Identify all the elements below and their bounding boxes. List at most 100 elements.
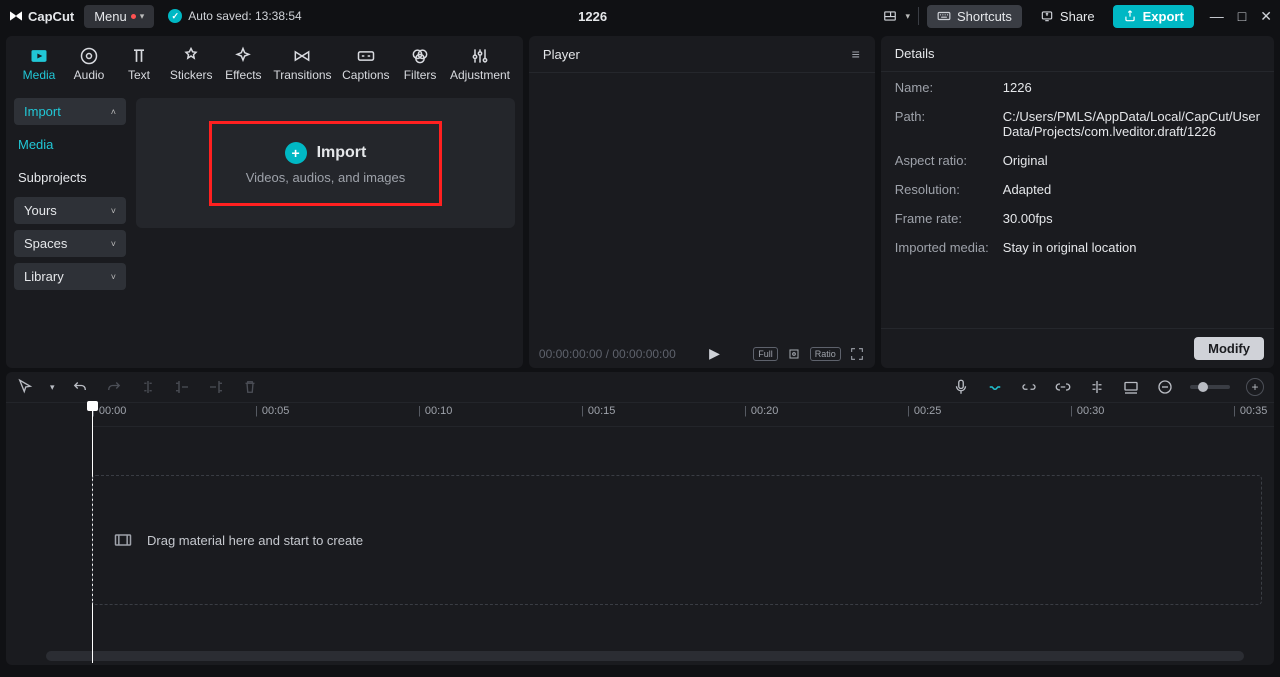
tab-filters[interactable]: Filters [395,42,445,90]
export-button[interactable]: Export [1113,5,1194,28]
player-viewport [529,73,875,339]
media-body: Import ˄ Media Subprojects Yours ˅ Space… [6,90,523,368]
expand-icon[interactable] [849,346,865,362]
timeline-toolbar: ▾ + [6,372,1274,403]
detail-row-aspect: Aspect ratio:Original [895,153,1260,168]
player-title: Player [543,47,580,62]
timeline-toolbar-right: + [952,378,1264,396]
pointer-tool-icon[interactable] [16,378,34,396]
detail-row-imported: Imported media:Stay in original location [895,240,1260,255]
sidebar-item-yours[interactable]: Yours ˅ [14,197,126,224]
detail-label: Name: [895,80,1003,95]
sidebar-label: Library [24,269,64,284]
redo-icon[interactable] [105,378,123,396]
import-subtitle: Videos, audios, and images [246,170,405,185]
captions-icon [356,46,376,66]
layout-icon[interactable] [883,9,897,23]
tick: 00:05 [255,405,289,417]
timeline-drop-zone[interactable]: Drag material here and start to create [92,475,1262,605]
modify-button[interactable]: Modify [1194,337,1264,360]
detail-value: Adapted [1003,182,1260,197]
undo-icon[interactable] [71,378,89,396]
import-drop-area[interactable]: + Import Videos, audios, and images [136,98,515,228]
tab-adjustment[interactable]: Adjustment [445,42,515,90]
timeline-toolbar-left: ▾ [16,378,259,396]
player-header: Player ≡ [529,36,875,73]
top-tabs: Media Audio Text Stickers Effects Transi… [6,36,523,90]
split-icon[interactable] [139,378,157,396]
tab-effects[interactable]: Effects [218,42,268,90]
magnet-icon[interactable] [986,378,1004,396]
tab-label: Effects [225,68,261,82]
player-right-controls: Full Ratio [753,346,865,362]
tab-transitions[interactable]: Transitions [268,42,336,90]
ratio-button[interactable]: Ratio [810,347,841,361]
tick: 00:25 [907,405,941,417]
tick: 00:30 [1070,405,1104,417]
tab-label: Text [128,68,150,82]
shortcuts-button[interactable]: Shortcuts [927,5,1022,28]
player-controls: 00:00:00:00 / 00:00:00:00 ▶ Full Ratio [529,339,875,368]
timeline-tracks[interactable]: Drag material here and start to create [6,427,1274,651]
chevron-down-icon: ˅ [111,272,116,282]
zoom-slider[interactable] [1190,385,1230,389]
tab-audio[interactable]: Audio [64,42,114,90]
player-panel: Player ≡ 00:00:00:00 / 00:00:00:00 ▶ Ful… [529,36,875,368]
trim-right-icon[interactable] [207,378,225,396]
details-panel: Details Name:1226 Path:C:/Users/PMLS/App… [881,36,1274,368]
sidebar-item-media[interactable]: Media [14,131,126,158]
chain-icon[interactable] [1054,378,1072,396]
tab-stickers[interactable]: Stickers [164,42,218,90]
detail-row-resolution: Resolution:Adapted [895,182,1260,197]
text-icon [129,46,149,66]
sidebar-label: Subprojects [18,170,87,185]
zoom-thumb[interactable] [1198,382,1208,392]
play-button[interactable]: ▶ [709,345,720,362]
chevron-up-icon: ˄ [111,107,116,117]
shortcuts-label: Shortcuts [957,9,1012,24]
zoom-in-icon[interactable]: + [1246,378,1264,396]
export-icon [1123,9,1137,23]
chevron-down-icon: ˅ [111,239,116,249]
minimize-button[interactable]: — [1210,9,1224,23]
sidebar-item-spaces[interactable]: Spaces ˅ [14,230,126,257]
full-button[interactable]: Full [753,347,778,361]
layout-chevron-down-icon[interactable]: ▾ [905,11,910,22]
link-icon[interactable] [1020,378,1038,396]
menu-button[interactable]: Menu ▾ [84,5,154,28]
tab-text[interactable]: Text [114,42,164,90]
close-button[interactable]: ✕ [1260,9,1272,23]
tab-captions[interactable]: Captions [337,42,396,90]
crop-icon[interactable] [786,346,802,362]
trim-left-icon[interactable] [173,378,191,396]
player-menu-icon[interactable]: ≡ [852,46,861,62]
tick: 00:10 [418,405,452,417]
export-label: Export [1143,9,1184,24]
zoom-out-icon[interactable] [1156,378,1174,396]
timeline-horizontal-scrollbar[interactable] [46,651,1244,661]
align-icon[interactable] [1088,378,1106,396]
tick: 00:15 [581,405,615,417]
media-icon [29,46,49,66]
detail-value: Original [1003,153,1260,168]
share-label: Share [1060,9,1095,24]
title-right: ▾ Shortcuts Share Export — □ ✕ [883,5,1272,28]
maximize-button[interactable]: □ [1238,9,1246,23]
share-button[interactable]: Share [1030,5,1105,28]
tab-media[interactable]: Media [14,42,64,90]
mic-icon[interactable] [952,378,970,396]
delete-icon[interactable] [241,378,259,396]
timeline-ruler[interactable]: 00:00 00:05 00:10 00:15 00:20 00:25 00:3… [92,403,1274,427]
detail-value: 30.00fps [1003,211,1260,226]
media-sidebar: Import ˄ Media Subprojects Yours ˅ Space… [14,98,126,360]
preview-icon[interactable] [1122,378,1140,396]
sidebar-item-subprojects[interactable]: Subprojects [14,164,126,191]
window-controls: — □ ✕ [1210,9,1272,23]
detail-value: 1226 [1003,80,1260,95]
pointer-chevron-down-icon[interactable]: ▾ [50,382,55,393]
sidebar-item-library[interactable]: Library ˅ [14,263,126,290]
detail-label: Frame rate: [895,211,1003,226]
autosave-text: Auto saved: 13:38:54 [188,9,301,23]
detail-label: Aspect ratio: [895,153,1003,168]
sidebar-item-import[interactable]: Import ˄ [14,98,126,125]
